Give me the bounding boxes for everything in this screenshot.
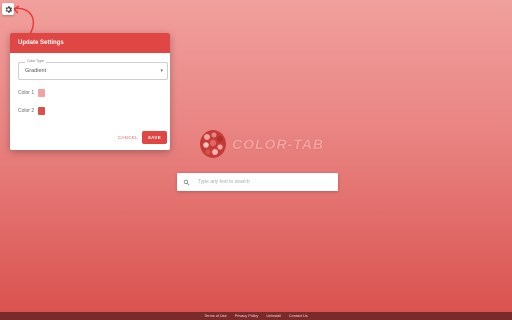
color-type-select[interactable]: Color Type Gradient ▾ — [18, 59, 168, 80]
dialog-title: Update Settings — [18, 40, 64, 46]
color-blob-icon — [200, 130, 226, 158]
footer: Terms of Use Privacy Policy Uninstall Co… — [0, 312, 512, 320]
footer-link-privacy[interactable]: Privacy Policy — [235, 314, 259, 318]
search-bar — [177, 173, 338, 191]
save-button[interactable]: SAVE — [141, 131, 167, 144]
color-2-row: Color 2 — [18, 107, 46, 115]
footer-link-contact[interactable]: Contact Us — [289, 314, 308, 318]
search-input[interactable] — [196, 178, 338, 186]
dialog-actions: CANCEL SAVE — [118, 131, 167, 144]
color-1-swatch[interactable] — [38, 89, 46, 97]
footer-link-uninstall[interactable]: Uninstall — [266, 314, 281, 318]
color-type-value: Gradient — [25, 68, 47, 74]
dialog-header: Update Settings — [10, 33, 170, 53]
chevron-down-icon: ▾ — [160, 68, 163, 74]
footer-link-terms[interactable]: Terms of Use — [204, 314, 226, 318]
color-1-label: Color 1 — [18, 90, 35, 96]
settings-dialog: Update Settings Color Type Gradient ▾ Co… — [10, 33, 170, 150]
search-icon — [183, 179, 190, 185]
color-2-label: Color 2 — [18, 108, 35, 114]
logo-text: COLOR-TAB — [232, 136, 324, 152]
pointer-arrow-icon — [13, 5, 35, 35]
color-type-label: Color Type — [25, 59, 46, 63]
color-1-row: Color 1 — [18, 89, 46, 97]
brand-logo: COLOR-TAB — [198, 127, 338, 161]
cancel-button[interactable]: CANCEL — [118, 135, 138, 140]
color-2-swatch[interactable] — [38, 107, 46, 115]
